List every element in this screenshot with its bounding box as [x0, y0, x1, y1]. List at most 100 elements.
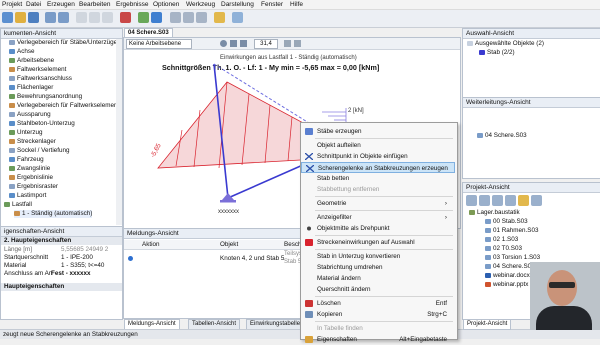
project-file-item[interactable]: 02 1.S03 — [485, 236, 518, 244]
prop-value[interactable]: 5,55685 24949 2 — [61, 246, 108, 254]
context-menu-item[interactable]: Objektmitte als Drehpunkt — [301, 223, 455, 234]
context-menu-item[interactable]: Objekt aufteilen — [301, 140, 455, 151]
copy-icon[interactable] — [89, 12, 100, 23]
menu-darstellung[interactable]: Darstellung — [221, 1, 254, 8]
project-tool-icon[interactable] — [505, 195, 516, 206]
context-menu-item[interactable]: Schnittpunkt in Objekte einfügen — [301, 151, 455, 162]
save-icon[interactable] — [28, 12, 39, 23]
props-section-header[interactable]: 2. Haupteigenschaften — [1, 237, 122, 245]
zoom-in-icon[interactable] — [284, 40, 291, 47]
context-menu-item[interactable]: Löschen Entf — [301, 298, 455, 309]
props-section-header[interactable]: Haupteigenschaften — [1, 283, 122, 291]
project-file-item[interactable]: 04 Schere.S03 — [485, 263, 535, 271]
menu-ergebnisse[interactable]: Ergebnisse — [116, 1, 149, 8]
menu-optionen[interactable]: Optionen — [153, 1, 179, 8]
menu-hilfe[interactable]: Hilfe — [290, 1, 303, 8]
tree-item[interactable]: Verlegebereich für Faltwerkselemen — [9, 102, 117, 110]
view-front-icon[interactable] — [196, 12, 207, 23]
tree-item[interactable]: Faltwerkselement — [9, 66, 66, 74]
project-tool-icon[interactable] — [479, 195, 490, 206]
tab-project[interactable]: Projekt-Ansicht — [463, 319, 512, 330]
undo-icon[interactable] — [45, 12, 56, 23]
tree-item[interactable]: Verlegebereich für Stäbe/Unterzüge — [9, 39, 117, 47]
tree-item[interactable]: Sockel / Vertiefung — [9, 147, 70, 155]
tree-item[interactable]: Bewehrungsanordnung — [9, 93, 82, 101]
view-icon[interactable] — [230, 40, 237, 47]
view-icon[interactable] — [240, 40, 247, 47]
project-tool-icon[interactable] — [492, 195, 503, 206]
tree-item[interactable]: Aussparung — [9, 111, 51, 119]
menu-fenster[interactable]: Fenster — [261, 1, 283, 8]
project-file-item[interactable]: 02 T0.S03 — [485, 245, 522, 253]
menu-bearbeiten[interactable]: Bearbeiten — [79, 1, 110, 8]
view-3d-icon[interactable] — [170, 12, 181, 23]
column-header[interactable]: Objekt — [220, 241, 238, 248]
settings-icon[interactable] — [232, 12, 243, 23]
tree-item[interactable]: Arbeitsebene — [9, 57, 54, 65]
project-file-item[interactable]: 01 Rahmen.S03 — [485, 227, 539, 235]
tree-item[interactable]: Zwangslinie — [9, 165, 50, 173]
tree-item[interactable]: Streckenlager — [9, 138, 56, 146]
context-menu-item[interactable]: Querschnitt ändern — [301, 284, 455, 295]
context-menu-item[interactable]: Eigenschaften Alt+Eingabetaste — [301, 334, 455, 345]
view-top-icon[interactable] — [183, 12, 194, 23]
context-menu-item[interactable]: Stabrichtung umdrehen — [301, 262, 455, 273]
prop-value[interactable]: 1 - S355; t<=40 — [61, 262, 104, 270]
menu-projekt[interactable]: Projekt — [2, 1, 22, 8]
zoom-field[interactable]: 31,4 — [254, 39, 278, 49]
new-icon[interactable] — [2, 12, 13, 23]
object-type-icon — [9, 138, 15, 144]
redo-icon[interactable] — [58, 12, 69, 23]
results-icon[interactable] — [151, 12, 162, 23]
tree-item[interactable]: Ergebnislinie — [9, 174, 53, 182]
tree-item[interactable]: Achse — [9, 48, 35, 56]
context-menu-item[interactable]: Stab in Unterzug konvertieren — [301, 251, 455, 262]
project-file-item[interactable]: 03 Torsion 1.S03 — [485, 254, 540, 262]
tree-item[interactable]: 1 - Ständig (automatisch) — [14, 210, 93, 218]
context-menu-item[interactable]: Material ändern — [301, 273, 455, 284]
context-menu-item[interactable]: Stab betten — [301, 173, 455, 184]
menu-erzeugen[interactable]: Erzeugen — [47, 1, 75, 8]
open-icon[interactable] — [15, 12, 26, 23]
tree-node[interactable]: Stab (2/2) — [479, 49, 515, 57]
project-tool-icon[interactable] — [531, 195, 542, 206]
tree-item[interactable]: Unterzug — [9, 129, 43, 137]
context-menu-item[interactable]: Anzeigefilter › — [301, 212, 455, 223]
column-header[interactable]: Aktion — [142, 241, 160, 248]
tree-item[interactable]: Lastfall — [4, 201, 32, 209]
prop-value[interactable]: Fest - xxxxxx — [51, 270, 91, 278]
project-file-item[interactable]: webinar.docx — [485, 272, 530, 280]
tree-item[interactable]: Lastimport — [9, 192, 46, 200]
cut-icon[interactable] — [76, 12, 87, 23]
tree-scrollbar[interactable] — [116, 39, 122, 225]
project-file-item[interactable]: 00 Stab.S03 — [485, 218, 528, 226]
list-item[interactable]: 04 Schere.S03 — [477, 132, 527, 140]
table-row[interactable]: Knoten 4, 2 und Stab 5 Teilsyst Stab 5 — [124, 250, 309, 268]
delete-icon[interactable] — [120, 12, 131, 23]
context-menu-item[interactable]: Streckeneinwirkungen auf Auswahl — [301, 237, 455, 248]
view-icon[interactable] — [220, 40, 227, 47]
tree-item[interactable]: Flächenlager — [9, 84, 53, 92]
tree-item[interactable]: Fahrzeug — [9, 156, 44, 164]
print-icon[interactable] — [214, 12, 225, 23]
prop-value[interactable]: 1 - IPE-200 — [61, 254, 93, 262]
project-tool-icon[interactable] — [518, 195, 529, 206]
project-tool-icon[interactable] — [466, 195, 477, 206]
tree-item[interactable]: Stahlbeton-Unterzug — [9, 120, 75, 128]
menu-werkzeug[interactable]: Werkzeug — [186, 1, 215, 8]
tree-node[interactable]: Lager.baustatik — [469, 209, 520, 217]
menu-datei[interactable]: Datei — [26, 1, 41, 8]
tree-item[interactable]: Faltwerksanschluss — [9, 75, 72, 83]
context-menu-item[interactable]: Scherengelenke an Stabkreuzungen erzeuge… — [301, 162, 455, 173]
paste-icon[interactable] — [102, 12, 113, 23]
tree-item-label: Verlegebereich für Stäbe/Unterzüge — [17, 39, 118, 46]
calculate-icon[interactable] — [138, 12, 149, 23]
workplane-dropdown[interactable]: Keine Arbeitsebene — [126, 39, 192, 49]
context-menu-item[interactable]: Stäbe erzeugen — [301, 126, 455, 137]
project-file-item[interactable]: webinar.pptx — [485, 281, 528, 289]
tree-node[interactable]: Ausgewählte Objekte (2) — [467, 40, 544, 48]
context-menu-item[interactable]: Kopieren Strg+C — [301, 309, 455, 320]
zoom-out-icon[interactable] — [294, 40, 301, 47]
context-menu-item[interactable]: Geometrie › — [301, 198, 455, 209]
tree-item[interactable]: Ergebnisraster — [9, 183, 58, 191]
